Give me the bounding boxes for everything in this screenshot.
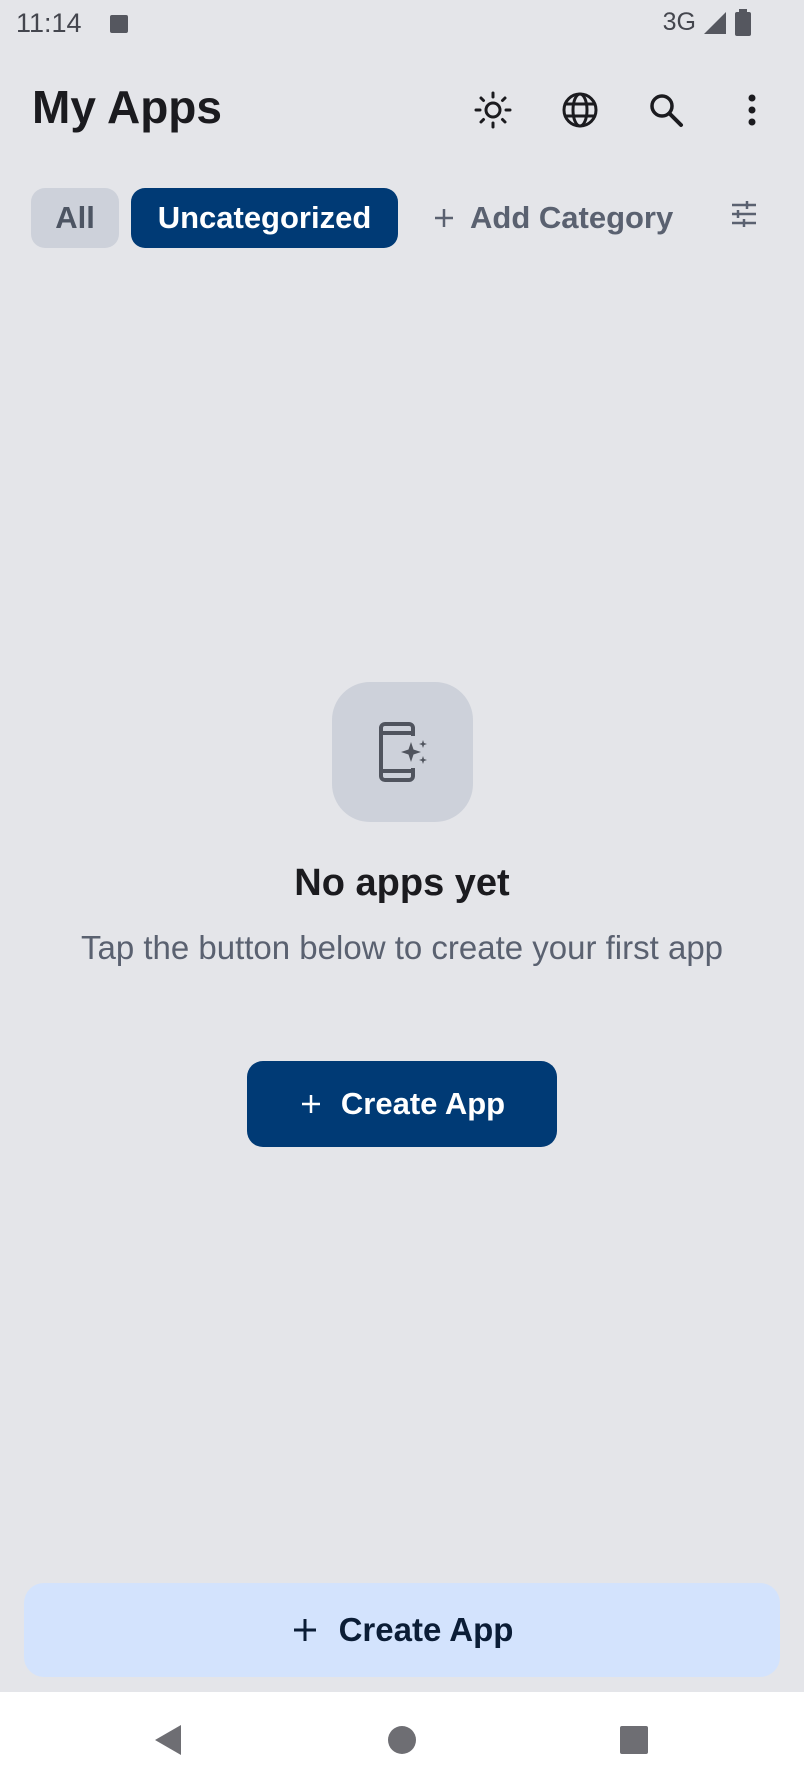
chip-label: All bbox=[55, 200, 95, 235]
tune-icon bbox=[732, 201, 756, 227]
plus-icon bbox=[293, 1619, 316, 1641]
plus-icon bbox=[301, 1095, 320, 1113]
theme-toggle-button[interactable] bbox=[465, 82, 521, 138]
phone-sparkle-icon bbox=[378, 722, 427, 782]
nav-home-button[interactable] bbox=[378, 1716, 426, 1764]
system-nav-bar bbox=[0, 1692, 804, 1788]
screen: 11:14 3G My Apps All Uncategorized Add C… bbox=[0, 0, 804, 1788]
nav-recents-button[interactable] bbox=[610, 1716, 658, 1764]
create-app-button[interactable]: Create App bbox=[247, 1061, 557, 1147]
signal-icon bbox=[704, 11, 726, 34]
empty-state-title: No apps yet bbox=[294, 862, 510, 904]
status-bar: 11:14 3G bbox=[0, 0, 804, 48]
search-icon bbox=[650, 94, 683, 127]
more-options-button[interactable] bbox=[724, 82, 780, 138]
bottom-create-app-button[interactable]: Create App bbox=[24, 1583, 780, 1677]
back-triangle-icon bbox=[155, 1725, 181, 1755]
home-circle-icon bbox=[388, 1726, 416, 1754]
status-time: 11:14 bbox=[16, 8, 82, 38]
filter-button[interactable] bbox=[720, 190, 768, 238]
nav-back-button[interactable] bbox=[144, 1716, 192, 1764]
more-vert-icon bbox=[748, 94, 756, 126]
chip-all[interactable]: All bbox=[31, 188, 119, 248]
create-app-label: Create App bbox=[340, 1086, 506, 1121]
bottom-create-app-label: Create App bbox=[338, 1611, 514, 1648]
recents-square-icon bbox=[620, 1726, 648, 1754]
status-indicators: 3G bbox=[663, 8, 752, 37]
chip-label: Uncategorized bbox=[157, 200, 372, 235]
brightness-icon bbox=[474, 91, 512, 129]
battery-icon bbox=[735, 8, 751, 36]
add-category-button[interactable]: Add Category bbox=[432, 188, 673, 248]
language-button[interactable] bbox=[552, 82, 608, 138]
add-category-label: Add Category bbox=[470, 200, 674, 235]
plus-icon bbox=[435, 209, 453, 227]
search-button[interactable] bbox=[638, 82, 694, 138]
page-title: My Apps bbox=[32, 81, 222, 133]
notification-icon bbox=[110, 15, 128, 33]
network-type: 3G bbox=[662, 8, 696, 36]
globe-icon bbox=[562, 92, 598, 128]
chip-uncategorized[interactable]: Uncategorized bbox=[131, 188, 398, 248]
empty-state-subtitle: Tap the button below to create your firs… bbox=[80, 929, 724, 966]
empty-state-icon-box bbox=[332, 682, 473, 822]
